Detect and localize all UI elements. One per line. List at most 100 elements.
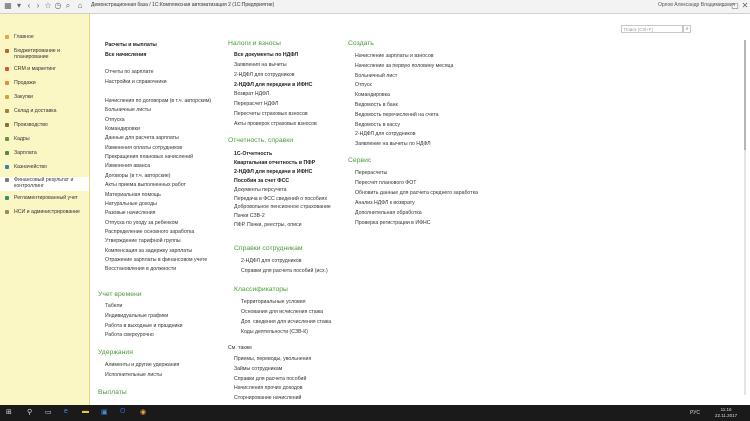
see-also-title[interactable]: См. также [228,345,252,351]
nav-link[interactable]: Ведомость в банк [355,102,398,108]
nav-link[interactable]: ПФР. Пачки, реестры, описи [234,222,302,228]
nav-link[interactable]: Дополнительная обработка [355,210,422,216]
nav-link[interactable]: Сторнирование начислений [234,395,301,401]
dropdown-icon[interactable]: ▾ [15,2,23,10]
nav-link[interactable]: Изменения аванса [105,163,150,169]
nav-link[interactable]: Проверка регистрации в ИФНС [355,220,431,226]
nav-link[interactable]: Все документы по НДФЛ [234,52,298,58]
minimize-icon[interactable]: – [720,2,728,10]
search-icon[interactable]: ⚲ [27,408,32,416]
nav-link[interactable]: Перерасчет НДФЛ [234,101,278,107]
clock[interactable]: 11:16 22.11.2017 [715,407,737,419]
sidebar-item[interactable]: CRM и маркетинг [0,66,89,76]
nav-link[interactable]: Прекращения плановых начислений [105,154,193,160]
windows-start-icon[interactable]: ⊞ [6,408,12,416]
nav-link[interactable]: Начисления по договорам (в т.ч. авторски… [105,98,211,104]
back-icon[interactable]: ‹ [25,2,33,10]
nav-link[interactable]: Начисление за первую половину месяца [355,63,453,69]
explorer-icon[interactable]: ▬ [82,408,89,415]
nav-link[interactable]: Разовые начисления [105,210,155,216]
nav-link[interactable]: Работа в выходные и праздники [105,323,183,329]
nav-link[interactable]: Акты проверок страховых взносов [234,121,317,127]
nav-link[interactable]: Пособия за счет ФСС [234,178,289,184]
nav-link[interactable]: Данные для расчета зарплаты [105,135,179,141]
nav-link[interactable]: Справки для расчета пособий (исх.) [241,268,328,274]
sidebar-item[interactable]: Склад и доставка [0,108,89,118]
nav-link[interactable]: Документы персучета [234,187,287,193]
maximize-icon[interactable]: ▢ [731,2,739,10]
nav-link[interactable]: Индивидуальные графики [105,313,168,319]
nav-link[interactable]: Натуральные доходы [105,201,157,207]
home-icon[interactable]: ⌂ [76,2,84,10]
nav-link[interactable]: Пересчеты страховых взносов [234,111,308,117]
nav-link[interactable]: Основания для исчисления стажа [241,309,323,315]
history-icon[interactable]: ◷ [54,2,62,10]
nav-link[interactable]: Ведомость перечислений на счета [355,112,439,118]
sidebar-item[interactable]: НСИ и администрирование [0,209,89,223]
search-icon[interactable]: ⌕ [64,2,72,10]
nav-link[interactable]: Утверждение тарифной группы [105,238,181,244]
nav-link[interactable]: Пачки СЗВ-2 [234,213,265,219]
1c-icon[interactable]: ◉ [140,408,146,416]
nav-link[interactable]: Командировки [105,126,140,132]
nav-link[interactable]: Отражение зарплаты в финансовом учете [105,257,207,263]
search-input[interactable]: Поиск (Ctrl+F) [621,25,683,33]
sidebar-item[interactable]: Главное [0,34,89,44]
sidebar-item[interactable]: Продажи [0,80,89,90]
nav-link[interactable]: Больничный лист [355,73,397,79]
sidebar-item[interactable]: Казначейство [0,164,89,174]
nav-link[interactable]: Обновить данные для расчета среднего зар… [355,190,478,196]
sidebar-item[interactable]: Производство [0,122,89,132]
language-indicator[interactable]: РУС [690,410,700,416]
nav-link[interactable]: Перерасчеты [355,170,387,176]
forward-icon[interactable]: › [34,2,42,10]
nav-link[interactable]: Займы сотрудникам [234,366,282,372]
nav-link[interactable]: Заявления на вычеты [234,62,287,68]
ie-icon[interactable]: e [64,408,68,415]
nav-link[interactable]: Коды деятельности (СЗВ-К) [241,329,308,335]
nav-link[interactable]: Расчеты и выплаты [105,42,157,48]
nav-link[interactable]: Квартальная отчетность в ПФР [234,160,315,166]
nav-link[interactable]: 2-НДФЛ для сотрудников [241,258,301,264]
nav-link[interactable]: Командировка [355,92,390,98]
sidebar-item[interactable]: Финансовый результат и контроллинг [0,177,89,191]
nav-link[interactable]: Настройки и справочники [105,79,167,85]
nav-link[interactable]: Договоры (в т.ч. авторские) [105,173,171,179]
nav-link[interactable]: Заявление на вычеты по НДФЛ [355,141,431,147]
nav-link[interactable]: Ведомость в кассу [355,122,400,128]
nav-link[interactable]: Больничные листы [105,107,151,113]
nav-link[interactable]: Передача в ФСС сведений о пособиях [234,196,327,202]
nav-link[interactable]: Алименты и другие удержания [105,362,179,368]
nav-link[interactable]: Акты приема выполненных работ [105,182,186,188]
nav-link[interactable]: Анализ НДФЛ к возврату [355,200,415,206]
nav-link[interactable]: Добровольное пенсионное страхование [234,204,331,210]
nav-link[interactable]: Пересчет планового ФОТ [355,180,416,186]
sidebar-item[interactable]: Зарплата [0,150,89,160]
app-menu-icon[interactable]: ▦ [4,2,12,10]
nav-link[interactable]: 2-НДФЛ для сотрудников [234,72,294,78]
store-icon[interactable]: ▣ [101,408,108,416]
nav-link[interactable]: Табели [105,303,122,309]
nav-link[interactable]: Компенсация за задержку зарплаты [105,248,192,254]
scrollbar[interactable] [743,40,747,395]
nav-link[interactable]: Начисление зарплаты и взносов [355,53,433,59]
task-view-icon[interactable]: ▭ [45,408,52,416]
sidebar-item[interactable]: Закупки [0,94,89,104]
sidebar-item[interactable]: Кадры [0,136,89,146]
nav-link[interactable]: 2-НДФЛ для передачи в ИФНС [234,82,312,88]
nav-link[interactable]: Отпуска [105,117,125,123]
nav-link[interactable]: 2-НДФЛ для сотрудников [355,131,415,137]
nav-link[interactable]: 1С-Отчетность [234,151,272,157]
nav-link[interactable]: Приемы, переводы, увольнения [234,356,311,362]
nav-link[interactable]: Доп. сведения для исчисления стажа [241,319,331,325]
nav-link[interactable]: Восстановления в должности [105,266,176,272]
nav-link[interactable]: Материальная помощь [105,192,161,198]
close-icon[interactable]: ✕ [741,2,749,10]
nav-link[interactable]: Распределение основного заработка [105,229,194,235]
nav-link[interactable]: Отпуска по уходу за ребенком [105,220,178,226]
nav-link[interactable]: Изменения оплаты сотрудников [105,145,182,151]
nav-link[interactable]: Все начисления [105,52,146,58]
nav-link[interactable]: 2-НДФЛ для передачи в ИФНС [234,169,312,175]
favorites-icon[interactable]: ☆ [44,2,52,10]
sidebar-item[interactable]: Регламентированный учет [0,195,89,205]
